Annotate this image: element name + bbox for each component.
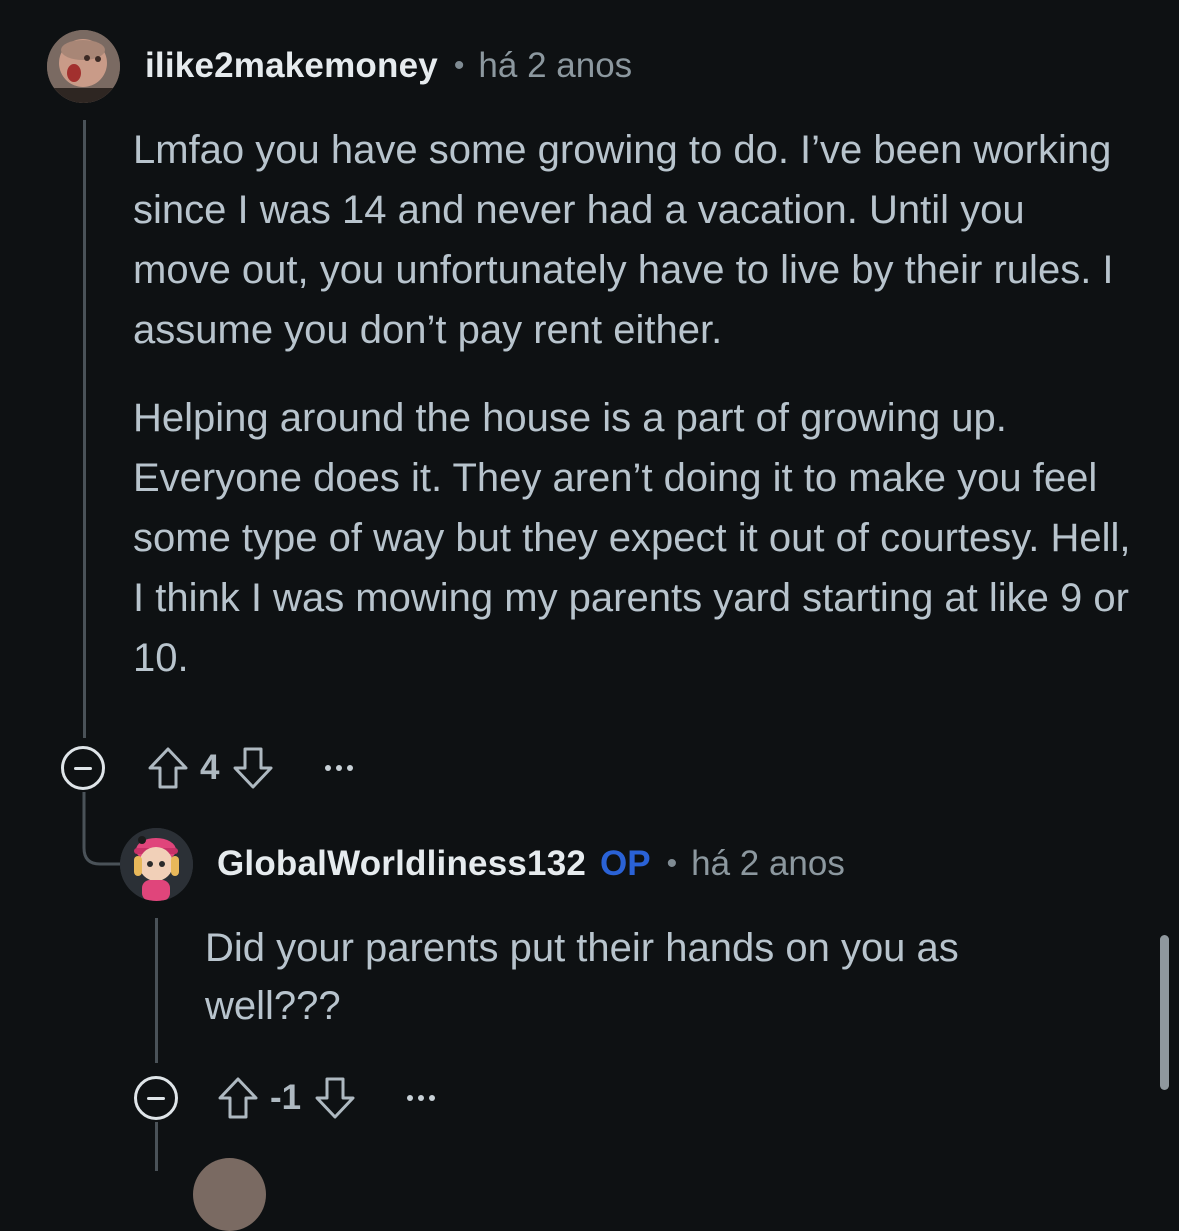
comment-paragraph: Lmfao you have some growing to do. I’ve …: [133, 128, 1114, 352]
username[interactable]: GlobalWorldliness132: [217, 844, 586, 884]
minus-icon: [147, 1096, 165, 1100]
op-badge: OP: [600, 844, 651, 883]
dot-icon: [347, 765, 354, 771]
upvote-button[interactable]: [216, 1075, 260, 1121]
collapse-button[interactable]: [134, 1076, 178, 1120]
timestamp: há 2 anos: [691, 844, 845, 883]
thread-line-1: [83, 120, 86, 738]
snoo-avatar[interactable]: [120, 828, 193, 901]
dot-icon: [418, 1095, 425, 1101]
more-options-button[interactable]: [407, 1088, 436, 1108]
comment-paragraph: Helping around the house is a part of gr…: [133, 396, 1131, 680]
next-comment-avatar[interactable]: [193, 1158, 266, 1231]
username[interactable]: ilike2makemoney: [145, 46, 438, 86]
vote-score: 4: [200, 748, 220, 787]
snoo-avatar-image: [120, 828, 193, 901]
comment-1-body: Lmfao you have some growing to do. I’ve …: [133, 120, 1133, 688]
more-options-button[interactable]: [325, 758, 354, 778]
downvote-button[interactable]: [313, 1075, 357, 1121]
comment-2-actions: -1: [134, 1075, 436, 1121]
downvote-icon: [315, 1077, 355, 1119]
comment-paragraph: Did your parents put their hands on you …: [205, 926, 959, 1028]
scrollbar-thumb[interactable]: [1160, 935, 1169, 1090]
dot-icon: [325, 765, 332, 771]
user-avatar-photo-image: [47, 30, 120, 103]
thread-line-2: [155, 918, 158, 1063]
upvote-icon: [148, 747, 188, 789]
upvote-icon: [218, 1077, 258, 1119]
comment-1-actions: 4: [61, 745, 354, 791]
vote-score: -1: [270, 1078, 302, 1117]
collapse-button[interactable]: [61, 746, 105, 790]
meta-separator: •: [453, 49, 465, 82]
minus-icon: [74, 766, 92, 770]
timestamp: há 2 anos: [478, 46, 633, 85]
comment-2-body: Did your parents put their hands on you …: [205, 919, 1065, 1035]
downvote-icon: [233, 747, 273, 789]
thread-line-2-continued: [155, 1122, 158, 1171]
upvote-button[interactable]: [146, 745, 190, 791]
dot-icon: [429, 1095, 436, 1101]
comment-1-meta: ilike2makemoney • há 2 anos: [145, 44, 632, 88]
user-avatar-photo[interactable]: [47, 30, 120, 103]
dot-icon: [407, 1095, 414, 1101]
meta-separator: •: [666, 847, 678, 880]
dot-icon: [336, 765, 343, 771]
downvote-button[interactable]: [231, 745, 275, 791]
comment-2-meta: GlobalWorldliness132 OP • há 2 anos: [217, 842, 845, 886]
